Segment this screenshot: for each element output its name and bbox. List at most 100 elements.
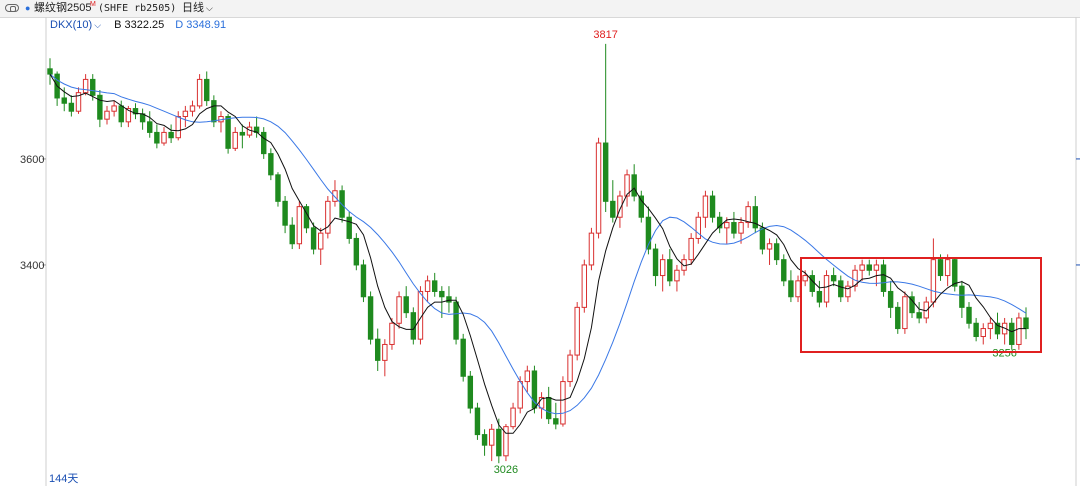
candle-body <box>282 200 288 226</box>
candle-series <box>47 43 1029 464</box>
candle-body <box>823 275 830 303</box>
candle-body <box>574 306 580 356</box>
candle-body <box>47 68 53 75</box>
candle-body <box>488 428 495 446</box>
candle-body <box>275 174 281 202</box>
candle-body <box>346 216 352 239</box>
candle-body <box>154 131 160 144</box>
candle-body <box>745 206 751 224</box>
dkx-lines <box>49 73 1027 434</box>
candle-body <box>859 264 865 271</box>
candle-body <box>731 222 737 234</box>
y-tick-label: 3400 <box>20 260 44 272</box>
candle-body <box>189 105 196 112</box>
period-selector[interactable]: 日线 ⌵ <box>182 0 213 17</box>
candle-body <box>524 370 531 383</box>
candle-body <box>296 206 303 245</box>
candle-body <box>118 105 124 123</box>
candle-body <box>959 285 965 308</box>
candle-body <box>773 243 780 261</box>
candle-body <box>175 116 181 139</box>
candle-body <box>581 264 588 308</box>
dkx-d-line <box>49 73 1027 415</box>
candle-body <box>595 142 602 234</box>
candle-body <box>382 343 388 361</box>
candle-body <box>880 264 887 292</box>
candle-body <box>816 290 823 303</box>
candle-body <box>453 301 459 340</box>
contract-marker: M <box>90 1 96 8</box>
candle-body <box>809 275 815 292</box>
candle-body <box>268 153 274 176</box>
candle-body <box>688 237 694 261</box>
candle-body <box>474 407 481 436</box>
candle-body <box>930 259 937 303</box>
candle-body <box>588 232 595 266</box>
candle-body <box>567 354 573 383</box>
candle-body <box>766 243 773 250</box>
candle-body <box>467 375 474 409</box>
candle-body <box>802 275 808 282</box>
candle-body <box>239 131 246 136</box>
candle-body <box>560 381 566 425</box>
candle-body <box>895 306 901 330</box>
candle-body <box>781 259 787 282</box>
candle-body <box>168 131 174 139</box>
candle-body <box>431 280 438 292</box>
dkx-b-line <box>49 73 1026 434</box>
candle-body <box>553 418 559 425</box>
candle-body <box>496 428 502 457</box>
candle-body <box>1016 317 1022 345</box>
candle-body <box>602 142 609 202</box>
candle-body <box>795 280 801 298</box>
candle-body <box>674 269 680 282</box>
candle-body <box>517 381 523 409</box>
candle-body <box>980 328 986 338</box>
candle-body <box>261 131 267 155</box>
candle-body <box>310 227 317 250</box>
candle-body <box>788 280 794 298</box>
y-tick-label: 3600 <box>20 154 44 166</box>
candle-body <box>759 227 766 250</box>
low-price-label: 3256 <box>992 347 1016 359</box>
candle-body <box>204 78 210 102</box>
candle-body <box>182 110 189 118</box>
period-label: 日线 <box>182 2 204 14</box>
candle-body <box>873 264 880 271</box>
candle-body <box>68 102 75 112</box>
candle-body <box>446 296 452 303</box>
candle-body <box>652 248 659 277</box>
candle-body <box>460 338 466 377</box>
candle-body <box>161 131 167 144</box>
candle-body <box>360 264 367 298</box>
chevron-down-icon: ⌵ <box>206 3 213 13</box>
candle-body <box>82 78 89 94</box>
window-titlebar: ● 螺纹钢2505 M (SHFE rb2505) 日线 ⌵ <box>0 0 1080 18</box>
candle-body <box>738 222 744 234</box>
candle-body <box>396 296 402 324</box>
candle-body <box>1009 322 1015 345</box>
candle-body <box>1023 317 1029 330</box>
candle-body <box>367 296 374 340</box>
candle-body <box>61 97 67 104</box>
candle-body <box>987 322 994 330</box>
candle-body <box>659 259 666 277</box>
candle-body <box>724 222 730 229</box>
candle-body <box>966 306 972 324</box>
candlestick-chart[interactable]: 3400 3600 3817 3026 3256 <box>0 17 1080 486</box>
candle-body <box>838 280 844 298</box>
candle-body <box>902 296 908 330</box>
candle-body <box>887 290 894 308</box>
high-price-label: 3817 <box>593 29 617 41</box>
candle-body <box>318 232 324 250</box>
candle-body <box>631 174 637 197</box>
candle-body <box>332 190 338 202</box>
candle-body <box>439 290 445 298</box>
candle-body <box>709 195 716 218</box>
candle-body <box>111 105 117 112</box>
instrument-code: (SHFE rb2505) <box>98 3 177 14</box>
candle-body <box>403 296 409 314</box>
candle-body <box>232 131 238 149</box>
candle-body <box>389 322 395 345</box>
link-icon[interactable] <box>5 4 19 12</box>
